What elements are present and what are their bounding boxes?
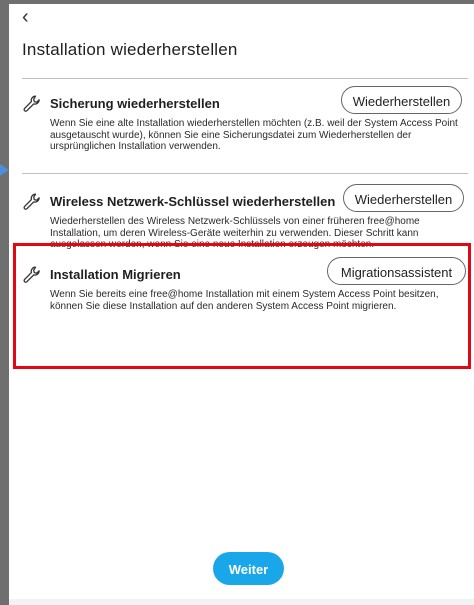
section-title: Wireless Netzwerk-Schlüssel wiederherste… — [50, 194, 336, 209]
window-frame-left — [0, 0, 9, 605]
window-frame-top — [9, 0, 474, 4]
next-button[interactable]: Weiter — [213, 552, 284, 585]
restore-wireless-key-button[interactable]: Wiederherstellen — [343, 184, 464, 212]
chevron-left-icon: ‹ — [22, 6, 29, 28]
restore-backup-button[interactable]: Wiederherstellen — [341, 86, 462, 114]
section-title: Installation Migrieren — [50, 267, 181, 282]
window-frame-bottom — [9, 599, 474, 605]
section-installation-migration: Installation Migrieren Migrationsassiste… — [22, 257, 466, 345]
divider — [22, 173, 468, 174]
section-description: Wenn Sie eine alte Installation wiederhe… — [50, 118, 458, 152]
migration-assistant-button[interactable]: Migrationsassistent — [327, 257, 466, 285]
section-backup-restore: Sicherung wiederherstellen Wiederherstel… — [22, 86, 466, 166]
wrench-icon — [23, 193, 40, 210]
wrench-icon — [23, 95, 40, 112]
page-title: Installation wiederherstellen — [22, 40, 238, 59]
section-title: Sicherung wiederherstellen — [50, 96, 220, 111]
divider — [22, 78, 468, 79]
section-description: Wenn Sie bereits eine free@home Installa… — [50, 289, 439, 312]
back-button[interactable]: ‹ — [22, 6, 38, 28]
edge-arrow-marker — [0, 164, 9, 176]
wrench-icon — [23, 266, 40, 283]
